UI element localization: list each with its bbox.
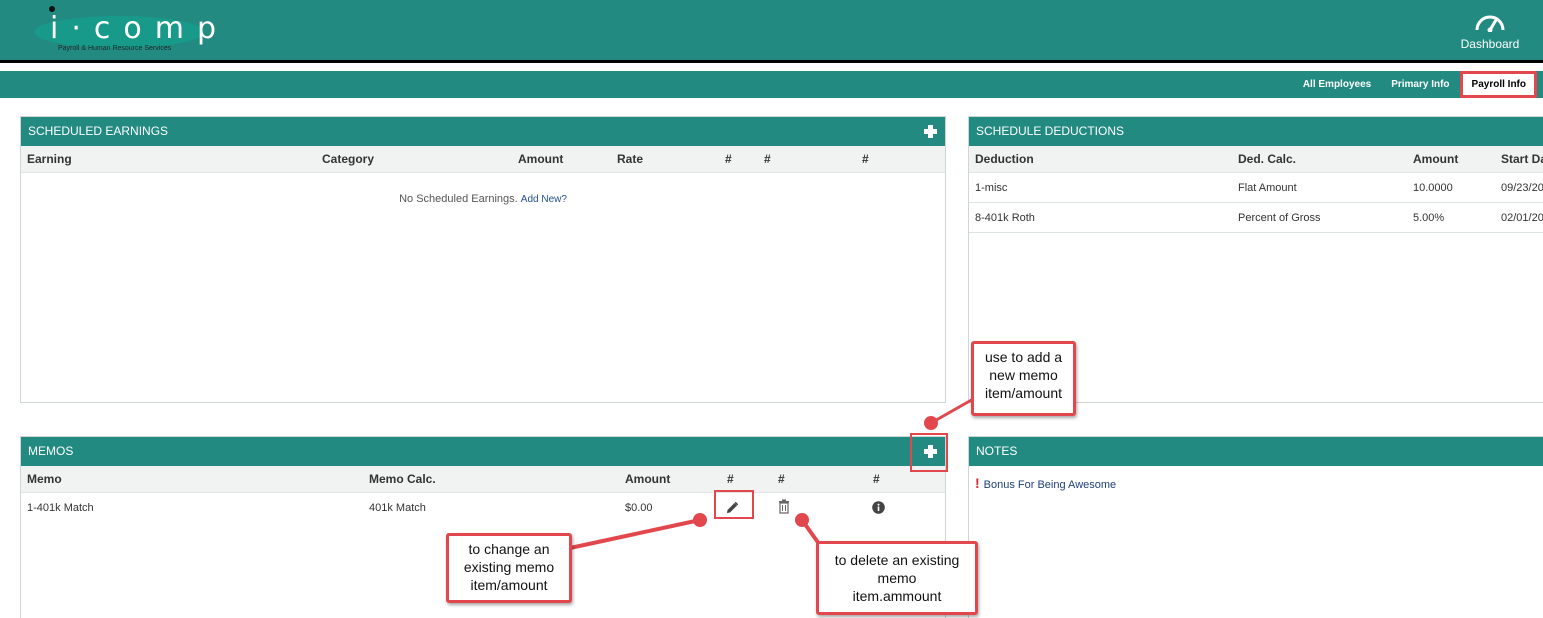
- notes-title: NOTES: [976, 444, 1018, 458]
- col-memo-amount: Amount: [625, 472, 671, 486]
- deduction-amount: 10.0000: [1413, 182, 1453, 194]
- memos-header: MEMOS: [21, 437, 945, 466]
- schedule-deductions-title: SCHEDULE DEDUCTIONS: [976, 124, 1125, 138]
- table-row[interactable]: 1-401k Match 401k Match $0.00: [21, 493, 945, 523]
- col-category: Category: [322, 152, 375, 166]
- deduction-start: 02/01/20: [1501, 212, 1543, 224]
- add-memo-callout: use to add a new memo item/amount: [971, 341, 1076, 416]
- schedule-deductions-header: SCHEDULE DEDUCTIONS: [969, 117, 1543, 146]
- col-amount: Amount: [518, 152, 564, 166]
- deduction-amount: 5.00%: [1413, 212, 1445, 224]
- edit-callout-line-1: to change an: [468, 541, 550, 557]
- logo-text: i·comp: [50, 11, 229, 46]
- deduction-name: 1-misc: [975, 182, 1008, 194]
- col-hash-1: #: [725, 152, 732, 166]
- memo-amount: $0.00: [625, 502, 653, 514]
- scheduled-earnings-header: SCHEDULED EARNINGS: [21, 117, 945, 146]
- delete-callout-line-1: to delete an existing: [834, 552, 960, 568]
- scheduled-earnings-title: SCHEDULED EARNINGS: [28, 124, 169, 138]
- deduction-calc: Flat Amount: [1238, 182, 1297, 194]
- col-earning: Earning: [27, 152, 72, 166]
- memos-column-header: Memo Memo Calc. Amount # # #: [21, 466, 945, 493]
- delete-callout-line-2: memo: [877, 570, 917, 586]
- edit-memo-callout: to change an existing memo item/amount: [446, 533, 572, 603]
- icomp-logo[interactable]: i·comp Payroll & Human Resource Services: [30, 4, 216, 54]
- deduction-calc: Percent of Gross: [1238, 212, 1321, 224]
- col-deduction: Deduction: [975, 152, 1034, 166]
- memo-name: 1-401k Match: [27, 502, 94, 514]
- col-memo: Memo: [27, 472, 62, 486]
- deduction-name: 8-401k Roth: [975, 212, 1035, 224]
- col-memo-calc: Memo Calc.: [369, 472, 436, 486]
- col-ded-amount: Amount: [1413, 152, 1459, 166]
- memos-title: MEMOS: [28, 444, 74, 458]
- col-hash-edit: #: [727, 472, 734, 486]
- nav-all-employees[interactable]: All Employees: [1293, 79, 1381, 90]
- delete-memo-callout: to delete an existing memo item.ammount: [816, 541, 978, 615]
- edit-memo-highlight: [714, 490, 754, 519]
- deduction-start: 09/23/20: [1501, 182, 1543, 194]
- notes-panel: NOTES ! Bonus For Being Awesome: [968, 436, 1543, 618]
- edit-callout-line-2: existing memo: [463, 559, 555, 575]
- col-hash-info: #: [873, 472, 880, 486]
- header-gap: [0, 63, 1543, 71]
- add-memo-highlight: [910, 433, 948, 472]
- add-callout-line-1: use to add a: [984, 349, 1063, 365]
- exclamation-icon: !: [975, 475, 980, 491]
- col-hash-delete: #: [778, 472, 785, 486]
- empty-earnings-text: No Scheduled Earnings.: [399, 193, 518, 205]
- earnings-empty-state: No Scheduled Earnings. Add New?: [21, 193, 945, 205]
- note-text: Bonus For Being Awesome: [983, 479, 1117, 491]
- dashboard-label: Dashboard: [1460, 37, 1520, 51]
- add-callout-line-2: new memo: [989, 367, 1058, 383]
- notes-header: NOTES: [969, 437, 1543, 466]
- info-circle-icon[interactable]: [872, 501, 885, 514]
- table-row[interactable]: 8-401k Roth Percent of Gross 5.00% 02/01…: [969, 203, 1543, 233]
- dashboard-button[interactable]: Dashboard: [1452, 10, 1528, 54]
- employee-nav: All Employees Primary Info Payroll Info: [1293, 71, 1543, 98]
- col-hash-2: #: [764, 152, 771, 166]
- scheduled-earnings-panel: SCHEDULED EARNINGS Earning Category Amou…: [20, 116, 946, 403]
- earnings-column-header: Earning Category Amount Rate # # #: [21, 146, 945, 173]
- trash-icon[interactable]: [778, 499, 790, 514]
- add-new-earning-link[interactable]: Add New?: [521, 194, 567, 205]
- delete-callout-line-3: item.ammount: [852, 588, 942, 604]
- memo-calc: 401k Match: [369, 502, 426, 514]
- col-ded-calc: Ded. Calc.: [1238, 152, 1297, 166]
- add-callout-line-3: item/amount: [984, 385, 1063, 401]
- nav-primary-info[interactable]: Primary Info: [1381, 79, 1459, 90]
- col-rate: Rate: [617, 152, 644, 166]
- col-start-date: Start Dat: [1501, 152, 1543, 166]
- speedometer-icon: [1475, 15, 1505, 32]
- top-header: i·comp Payroll & Human Resource Services…: [0, 0, 1543, 60]
- table-row[interactable]: 1-misc Flat Amount 10.0000 09/23/20: [969, 173, 1543, 203]
- note-item[interactable]: ! Bonus For Being Awesome: [975, 475, 1116, 491]
- col-hash-3: #: [862, 152, 869, 166]
- deductions-column-header: Deduction Ded. Calc. Amount Start Dat: [969, 146, 1543, 173]
- logo-subtitle: Payroll & Human Resource Services: [58, 45, 172, 52]
- edit-callout-line-3: item/amount: [470, 577, 548, 593]
- add-earning-plus-icon[interactable]: [924, 125, 937, 138]
- nav-payroll-info[interactable]: Payroll Info: [1459, 71, 1537, 98]
